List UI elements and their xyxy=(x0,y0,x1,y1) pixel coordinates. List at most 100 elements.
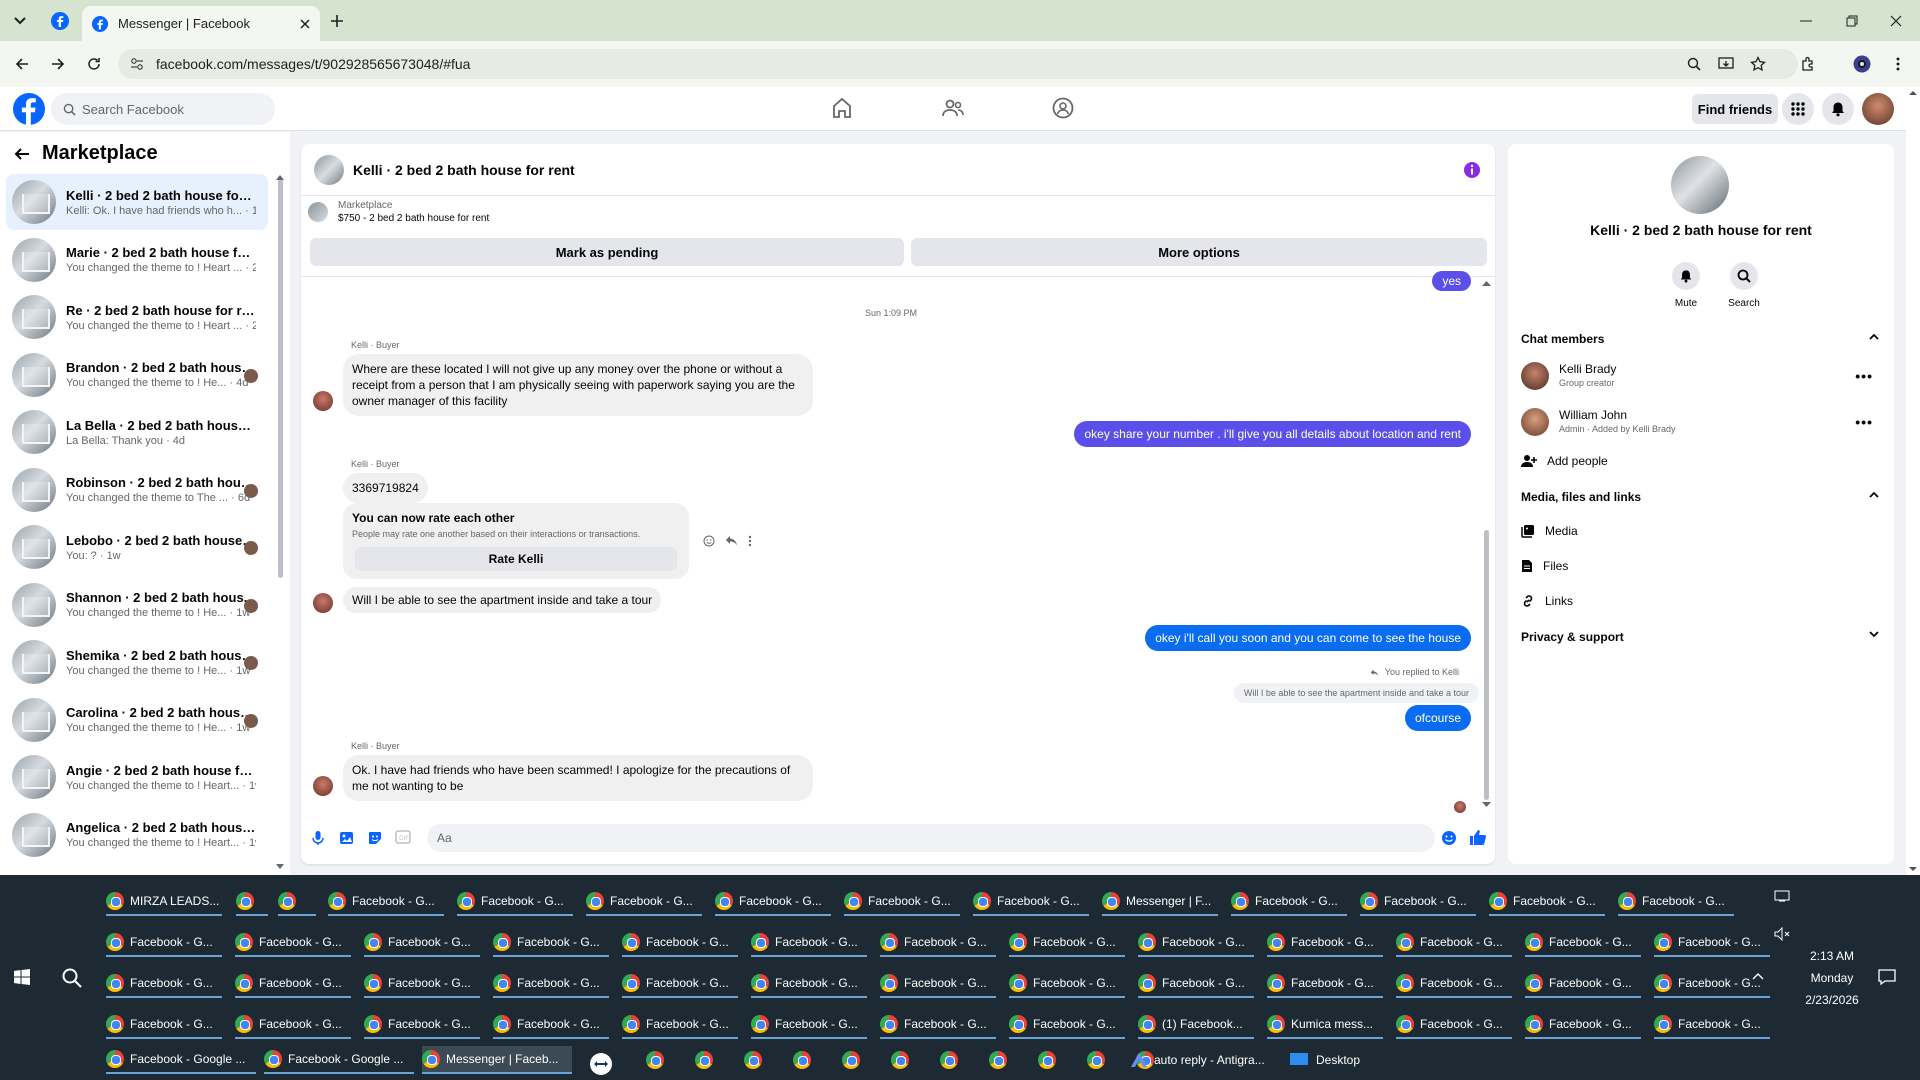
taskbar-window-button[interactable]: Facebook - G... xyxy=(364,929,480,957)
taskbar-window-button[interactable]: Facebook - G... xyxy=(880,1011,996,1039)
tray-expand-chevron-icon[interactable] xyxy=(1752,972,1764,980)
taskbar-window-button[interactable]: Facebook - G... xyxy=(751,970,867,998)
taskbar-window-button[interactable]: Facebook - G... xyxy=(1654,1011,1770,1039)
chat-avatar[interactable] xyxy=(314,154,344,185)
taskbar-window-button[interactable]: Facebook - G... xyxy=(493,1011,609,1039)
speaker-muted-icon[interactable] xyxy=(1774,927,1790,941)
reply-arrow-icon[interactable] xyxy=(725,535,738,547)
extensions-puzzle-icon[interactable] xyxy=(1798,54,1818,74)
minimize-icon[interactable] xyxy=(1796,12,1816,30)
back-arrow-icon[interactable] xyxy=(12,54,32,74)
pinned-chrome-icon[interactable] xyxy=(793,1046,817,1074)
taskbar-window-button[interactable]: Facebook - G... xyxy=(1009,929,1125,957)
site-info-icon[interactable] xyxy=(130,57,144,71)
new-tab-plus-icon[interactable] xyxy=(327,11,347,31)
mute-button[interactable]: Mute xyxy=(1661,262,1711,309)
taskbar-window-button[interactable]: Facebook - G... xyxy=(751,1011,867,1039)
sticker-icon[interactable] xyxy=(367,830,383,846)
pinned-chrome-icon[interactable] xyxy=(744,1046,768,1074)
pinned-chrome-icon[interactable] xyxy=(989,1046,1013,1074)
taskbar-clock[interactable]: 2:13 AM Monday 2/23/2026 xyxy=(1792,945,1872,1011)
taskbar-window-button[interactable]: Facebook - G... xyxy=(622,970,738,998)
taskbar-window-button[interactable]: Facebook - G... xyxy=(973,888,1089,916)
react-emoji-icon[interactable] xyxy=(703,535,715,547)
message-bubble-outgoing[interactable]: ofcourse xyxy=(1404,705,1471,731)
taskbar-window-button[interactable]: Facebook - G... xyxy=(1618,888,1734,916)
pinned-chrome-icon[interactable] xyxy=(646,1046,670,1074)
pinned-facebook-tab-icon[interactable] xyxy=(50,11,70,31)
gif-icon[interactable]: GIF xyxy=(395,830,411,844)
taskbar-window-button[interactable]: Facebook - G... xyxy=(1267,970,1383,998)
conversation-item[interactable]: Lebobo · 2 bed 2 bath house ... You: ? · … xyxy=(6,519,268,575)
member-row[interactable]: Kelli Brady Group creator ••• xyxy=(1521,360,1881,394)
chat-scroll-down-icon[interactable] xyxy=(1482,802,1491,808)
taskbar-window-button[interactable]: Facebook - G... xyxy=(1396,1011,1512,1039)
conversation-item[interactable]: Shannon · 2 bed 2 bath hous... You change… xyxy=(6,577,268,633)
taskbar-window-button[interactable]: Facebook - G... xyxy=(493,970,609,998)
taskbar-desktop-button[interactable]: Desktop xyxy=(1290,1046,1440,1074)
groups-icon[interactable] xyxy=(1052,97,1074,119)
pinned-chrome-icon[interactable] xyxy=(842,1046,866,1074)
message-bubble-incoming[interactable]: Ok. I have had friends who have been sca… xyxy=(343,755,813,801)
conversation-item[interactable]: Carolina · 2 bed 2 bath house... You chan… xyxy=(6,692,268,748)
taskbar-window-button[interactable]: Facebook - G... xyxy=(493,929,609,957)
microphone-icon[interactable] xyxy=(311,830,325,846)
conversation-list-scrollbar[interactable] xyxy=(278,178,283,578)
taskbar-window-button[interactable]: (1) Facebook... xyxy=(1138,1011,1254,1039)
pinned-chrome-icon[interactable] xyxy=(1087,1046,1111,1074)
notifications-button[interactable] xyxy=(1822,93,1854,125)
taskbar-window-button[interactable] xyxy=(278,888,316,916)
taskbar-window-button[interactable]: Facebook - G... xyxy=(1396,970,1512,998)
taskbar-window-button[interactable]: Facebook - G... xyxy=(106,970,222,998)
member-options-icon[interactable]: ••• xyxy=(1855,368,1873,384)
account-avatar[interactable] xyxy=(1862,93,1894,125)
conversation-item[interactable]: Re · 2 bed 2 bath house for rent You chan… xyxy=(6,289,268,345)
rate-kelli-button[interactable]: Rate Kelli xyxy=(355,547,677,571)
browser-menu-icon[interactable] xyxy=(1888,54,1908,74)
restore-icon[interactable] xyxy=(1842,12,1862,30)
message-bubble-outgoing[interactable]: yes xyxy=(1432,271,1471,291)
message-bubble-incoming[interactable]: Where are these located I will not give … xyxy=(343,354,813,416)
chat-members-section[interactable]: Chat members xyxy=(1521,332,1881,346)
taskbar-window-button[interactable]: Facebook - G... xyxy=(1489,888,1605,916)
pinned-chrome-icon[interactable] xyxy=(940,1046,964,1074)
taskbar-window-button[interactable]: Facebook - G... xyxy=(715,888,831,916)
taskbar-search-icon[interactable] xyxy=(62,968,82,988)
taskbar-window-button[interactable]: Facebook - G... xyxy=(1138,970,1254,998)
emoji-icon[interactable] xyxy=(1441,830,1457,846)
more-actions-icon[interactable] xyxy=(748,535,752,547)
taskbar-window-button[interactable]: Facebook - G... xyxy=(1009,970,1125,998)
find-friends-button[interactable]: Find friends xyxy=(1692,94,1778,124)
taskbar-window-button[interactable]: Facebook - G... xyxy=(1009,1011,1125,1039)
taskbar-window-button[interactable]: Facebook - Google ... xyxy=(106,1046,256,1074)
taskbar-window-button[interactable]: Facebook - G... xyxy=(1654,929,1770,957)
taskbar-window-button[interactable]: Facebook - G... xyxy=(1138,929,1254,957)
chat-scroll-up-icon[interactable] xyxy=(1482,280,1491,286)
taskbar-window-button[interactable]: Facebook - G... xyxy=(235,970,351,998)
pinned-chrome-icon[interactable] xyxy=(1038,1046,1062,1074)
taskbar-window-button[interactable]: Facebook - G... xyxy=(328,888,444,916)
conversation-info-icon[interactable] xyxy=(1463,161,1481,179)
teamviewer-icon[interactable] xyxy=(590,1053,612,1075)
taskbar-window-button[interactable]: Facebook - G... xyxy=(586,888,702,916)
home-icon[interactable] xyxy=(832,97,852,119)
taskbar-window-button[interactable]: Messenger | Faceb... xyxy=(422,1046,572,1074)
conversation-item[interactable]: Angie · 2 bed 2 bath house for r... You c… xyxy=(6,749,268,805)
links-item[interactable]: Links xyxy=(1521,594,1573,608)
taskbar-antigravity-window[interactable]: auto reply - Antigra... xyxy=(1130,1046,1280,1074)
taskbar-window-button[interactable]: Facebook - G... xyxy=(751,929,867,957)
chat-title[interactable]: Kelli · 2 bed 2 bath house for rent xyxy=(353,162,575,178)
sender-avatar[interactable] xyxy=(313,776,333,796)
taskbar-window-button[interactable]: Facebook - G... xyxy=(880,970,996,998)
sender-avatar[interactable] xyxy=(313,391,333,411)
conversation-item[interactable]: Brandon · 2 bed 2 bath house... You chang… xyxy=(6,347,268,403)
back-arrow-icon[interactable] xyxy=(14,146,30,162)
pinned-chrome-icon[interactable] xyxy=(695,1046,719,1074)
search-in-conversation-button[interactable]: Search xyxy=(1719,262,1769,309)
tab-search-chevron-icon[interactable] xyxy=(10,12,30,30)
quoted-message[interactable]: Will I be able to see the apartment insi… xyxy=(1233,683,1479,703)
taskbar-window-button[interactable]: Facebook - G... xyxy=(364,1011,480,1039)
bookmark-star-icon[interactable] xyxy=(1748,54,1768,74)
page-scrollbar[interactable] xyxy=(1906,87,1920,875)
forward-arrow-icon[interactable] xyxy=(48,54,68,74)
